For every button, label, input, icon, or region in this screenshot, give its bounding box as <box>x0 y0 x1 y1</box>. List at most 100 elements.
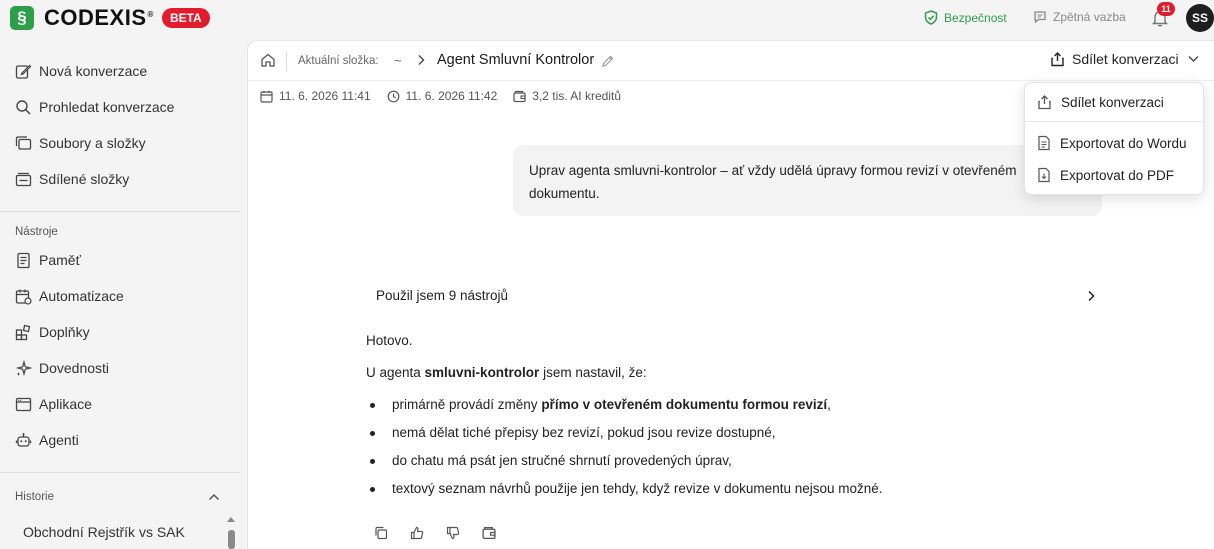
calendar-icon <box>260 90 273 103</box>
conversation-header: Aktuální složka: ~ Agent Smluvní Kontrol… <box>248 41 1214 81</box>
thumbs-down-button[interactable] <box>446 524 482 542</box>
menu-item-label: Exportovat do PDF <box>1060 167 1175 183</box>
credits-used: 3,2 tis. AI kreditů <box>513 89 621 103</box>
avatar[interactable]: SS <box>1186 4 1214 32</box>
sidebar-item-memory[interactable]: Paměť <box>15 249 81 271</box>
scrollbar-thumb[interactable] <box>228 530 235 549</box>
menu-item-label: Sdílet konverzaci <box>1061 94 1164 110</box>
sidebar-item-automation[interactable]: Automatizace <box>15 285 124 307</box>
assistant-message: Hotovo. U agenta smluvni-kontrolor jsem … <box>366 333 1126 509</box>
current-folder[interactable]: ~ <box>394 53 402 68</box>
app-window-icon <box>15 397 32 411</box>
wallet-icon <box>482 526 496 540</box>
sidebar-item-new-conversation[interactable]: Nová konverzace <box>15 60 147 82</box>
updated-value: 11. 6. 2026 11:42 <box>405 89 498 103</box>
shared-folder-icon <box>15 172 32 186</box>
beta-badge: BETA <box>161 8 210 28</box>
history-item[interactable]: Obchodní Rejstřík vs SAK <box>23 524 185 540</box>
menu-item-export-pdf[interactable]: Exportovat do PDF <box>1037 164 1203 186</box>
feedback-label: Zpětná vazba <box>1053 10 1126 24</box>
sidebar-item-label: Agenti <box>39 432 79 448</box>
sidebar-item-shared-folders[interactable]: Sdílené složky <box>15 168 129 190</box>
header-divider <box>286 51 287 71</box>
pencil-icon[interactable] <box>601 54 615 68</box>
sidebar-item-addons[interactable]: Doplňky <box>15 321 90 343</box>
share-label: Sdílet konverzaci <box>1072 51 1179 67</box>
chevron-right-icon <box>1088 290 1095 302</box>
shield-check-icon <box>924 10 938 25</box>
sparkle-icon <box>15 359 32 376</box>
sidebar-item-label: Automatizace <box>39 288 124 304</box>
user-message: Uprav agenta smluvni-kontrolor – ať vždy… <box>513 145 1102 216</box>
list-item: do chatu má psát jen stručné shrnutí pro… <box>366 453 1126 481</box>
credits-value: 3,2 tis. AI kreditů <box>532 89 621 103</box>
conversation-title: Agent Smluvní Kontrolor <box>437 52 595 68</box>
sidebar-item-agents[interactable]: Agenti <box>15 429 79 451</box>
share-icon <box>1051 52 1064 67</box>
feedback-link[interactable]: Zpětná vazba <box>1033 10 1126 24</box>
security-link[interactable]: Bezpečnost <box>924 10 1007 25</box>
edit-icon <box>15 64 32 79</box>
tools-used-toggle[interactable]: Použil jsem 9 nástrojů <box>376 288 1096 308</box>
tools-section-title: Nástroje <box>15 226 58 238</box>
list-item: nemá dělat tiché přepisy bez revizí, pok… <box>366 425 1126 453</box>
chevron-right-icon <box>418 55 425 65</box>
current-folder-label: Aktuální složka: <box>298 55 379 67</box>
sidebar-item-label: Aplikace <box>39 396 92 412</box>
sidebar-divider <box>0 211 240 212</box>
sidebar-item-search-conversations[interactable]: Prohledat konverzace <box>15 96 174 118</box>
menu-divider <box>1025 121 1203 122</box>
sidebar-item-label: Doplňky <box>39 324 90 340</box>
clock-icon <box>387 90 400 102</box>
addons-icon <box>15 324 31 340</box>
credits-info-button[interactable] <box>482 524 518 542</box>
top-bar: § CODEXIS® BETA Bezpečnost Zpětná vazba … <box>0 0 1214 36</box>
list-item: primárně provádí změny přímo v otevřeném… <box>366 397 1126 425</box>
sidebar-item-applications[interactable]: Aplikace <box>15 393 92 415</box>
created-date: 11. 6. 2026 11:41 <box>260 89 371 103</box>
document-download-icon <box>1038 167 1050 183</box>
answer-done: Hotovo. <box>366 333 413 348</box>
chevron-down-icon <box>1188 56 1199 62</box>
feedback-icon <box>1034 11 1046 24</box>
thumbs-up-icon <box>410 526 424 540</box>
notification-badge: 11 <box>1157 2 1175 16</box>
security-label: Bezpečnost <box>944 10 1007 25</box>
logo-mark-icon: § <box>10 6 34 30</box>
thumbs-down-icon <box>446 526 460 540</box>
updated-date: 11. 6. 2026 11:42 <box>387 89 498 103</box>
sidebar-item-files-folders[interactable]: Soubory a složky <box>15 132 146 154</box>
thumbs-up-button[interactable] <box>410 524 446 542</box>
sidebar-item-label: Nová konverzace <box>39 63 148 79</box>
scroll-up-arrow[interactable] <box>227 517 235 522</box>
sidebar-item-skills[interactable]: Dovednosti <box>15 357 109 379</box>
list-item: textový seznam návrhů použije jen tehdy,… <box>366 481 1126 509</box>
conversation-meta: 11. 6. 2026 11:41 11. 6. 2026 11:42 3,2 … <box>260 89 637 103</box>
search-icon <box>16 99 31 115</box>
message-actions <box>374 524 518 542</box>
wallet-icon <box>513 90 526 102</box>
menu-item-label: Exportovat do Wordu <box>1060 135 1187 151</box>
copy-icon <box>375 526 388 540</box>
agent-icon <box>15 432 32 447</box>
sidebar: Nová konverzace Prohledat konverzace Sou… <box>0 36 247 549</box>
memory-icon <box>17 252 30 268</box>
menu-item-export-word[interactable]: Exportovat do Wordu <box>1037 132 1203 154</box>
chevron-up-icon[interactable] <box>208 492 220 502</box>
menu-item-share[interactable]: Sdílet konverzaci <box>1037 91 1203 113</box>
brand-name: CODEXIS® <box>44 5 154 30</box>
share-conversation-button[interactable]: Sdílet konverzaci <box>1050 51 1199 67</box>
answer-intro: U agenta smluvni-kontrolor jsem nastavil… <box>366 365 647 380</box>
answer-list: primárně provádí změny přímo v otevřeném… <box>366 397 1126 509</box>
sidebar-item-label: Sdílené složky <box>39 171 130 187</box>
files-icon <box>15 135 32 150</box>
created-value: 11. 6. 2026 11:41 <box>279 89 371 103</box>
copy-button[interactable] <box>374 524 410 542</box>
sidebar-item-label: Soubory a složky <box>39 135 146 151</box>
logo[interactable]: § CODEXIS® BETA <box>10 5 210 31</box>
history-section-title: Historie <box>15 491 54 503</box>
tools-used-label: Použil jsem 9 nástrojů <box>376 288 509 303</box>
home-icon[interactable] <box>260 52 276 68</box>
document-icon <box>1038 135 1050 151</box>
sidebar-item-label: Dovednosti <box>39 360 110 376</box>
